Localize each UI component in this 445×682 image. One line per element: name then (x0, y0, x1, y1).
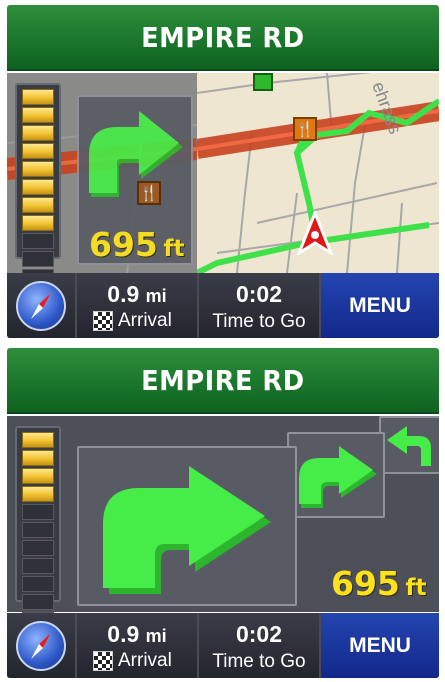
poi-marker-icon[interactable] (253, 73, 273, 91)
signal-bar (22, 576, 54, 592)
signal-bar (22, 143, 54, 159)
distance-to-turn: 695 ft (331, 564, 427, 603)
next-next-turn-box (379, 416, 439, 474)
guidance-area: 695 ft 🍴 🍴 ehrass (7, 73, 439, 303)
current-position-icon (297, 211, 333, 255)
remaining-distance[interactable]: 0.9 mi Arrival (77, 613, 199, 678)
turn-arrow-box (77, 446, 297, 606)
distance-unit: mi (145, 286, 167, 306)
next-turn-box (287, 432, 385, 518)
signal-bar (22, 522, 54, 538)
time-value: 0:02 (235, 281, 283, 307)
checkered-flag-icon (93, 651, 113, 671)
arrival-label: Arrival (118, 650, 172, 671)
time-label: Time to Go (212, 311, 306, 332)
distance-value: 0.9 (107, 621, 140, 647)
lane-signal-bars (15, 83, 61, 303)
time-value: 0:02 (235, 621, 283, 647)
status-bar: 0.9 mi Arrival 0:02 Time to Go MENU (7, 273, 439, 338)
menu-button[interactable]: MENU (321, 613, 439, 678)
signal-bar (22, 233, 54, 249)
map-view[interactable]: 🍴 ehrass (197, 73, 439, 273)
signal-bar (22, 89, 54, 105)
signal-bar (22, 215, 54, 231)
time-to-go[interactable]: 0:02 Time to Go (199, 273, 321, 338)
compass-button[interactable] (7, 613, 77, 678)
restaurant-poi-icon[interactable]: 🍴 (293, 117, 317, 141)
street-name: EMPIRE RD (141, 363, 305, 397)
signal-bar (22, 558, 54, 574)
turn-right-icon (103, 466, 271, 594)
signal-bar (22, 486, 54, 502)
checkered-flag-icon (93, 311, 113, 331)
signal-bar (22, 594, 54, 610)
nav-screen-map-view: EMPIRE RD 695 ft 🍴 🍴 ehrass 0.9 mi Arriv… (7, 5, 439, 338)
signal-bar (22, 540, 54, 556)
status-bar: 0.9 mi Arrival 0:02 Time to Go MENU (7, 613, 439, 678)
compass-icon (16, 620, 66, 671)
street-name-banner: EMPIRE RD (7, 5, 439, 71)
signal-bar (22, 161, 54, 177)
signal-bar (22, 125, 54, 141)
street-name: EMPIRE RD (141, 20, 305, 54)
signal-bar (22, 432, 54, 448)
signal-bar (22, 468, 54, 484)
time-label: Time to Go (212, 651, 306, 672)
compass-button[interactable] (7, 273, 77, 338)
remaining-distance[interactable]: 0.9 mi Arrival (77, 273, 199, 338)
street-name-banner: EMPIRE RD (7, 348, 439, 414)
restaurant-poi-icon[interactable]: 🍴 (137, 181, 161, 205)
signal-bar (22, 179, 54, 195)
distance-unit: mi (145, 626, 167, 646)
distance-to-turn: 695 ft (89, 225, 185, 264)
turn-left-icon (387, 426, 431, 466)
time-to-go[interactable]: 0:02 Time to Go (199, 613, 321, 678)
guidance-area: 695 ft (7, 416, 439, 646)
signal-bar (22, 450, 54, 466)
compass-icon (16, 280, 66, 331)
signal-bar (22, 107, 54, 123)
turn-arrow-box: 695 ft (77, 95, 193, 265)
lane-signal-bars (15, 426, 61, 646)
distance-value: 0.9 (107, 281, 140, 307)
nav-screen-turn-view: EMPIRE RD 695 ft 0.9 mi Arrival 0:02 Tim… (7, 348, 439, 678)
signal-bar (22, 197, 54, 213)
signal-bar (22, 504, 54, 520)
turn-right-icon (299, 446, 377, 508)
menu-button[interactable]: MENU (321, 273, 439, 338)
signal-bar (22, 251, 54, 267)
arrival-label: Arrival (118, 310, 172, 331)
